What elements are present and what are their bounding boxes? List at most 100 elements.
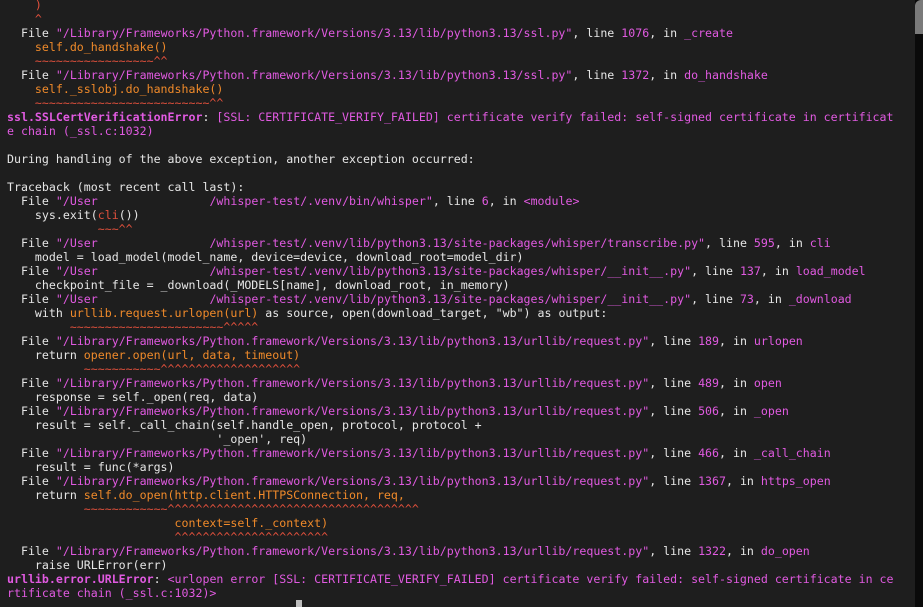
terminal-text-segment: , line [572, 26, 622, 40]
terminal-text-segment: return [7, 348, 84, 362]
terminal-text-segment: During handling of the above exception, … [7, 152, 475, 166]
terminal-text-segment: File [7, 292, 56, 306]
terminal-line: ssl.SSLCertVerificationError: [SSL: CERT… [7, 110, 912, 124]
terminal-text-segment: result = func(*args) [7, 460, 175, 474]
terminal-text-segment: ~~~~~~~~~~~~^^^^^^^^^^^^^^^^^^^^^^^^^^^^… [7, 502, 419, 516]
terminal-line: self._sslobj.do_handshake() [7, 82, 912, 96]
terminal-line: '_open', req) [7, 432, 912, 446]
terminal-text-segment: "/Library/Frameworks/Python.framework/Ve… [55, 446, 650, 460]
terminal-text-segment: "/User [55, 264, 98, 278]
terminal-text-segment: return [7, 488, 84, 502]
terminal-text-segment: context=self._context) [7, 516, 329, 530]
terminal-text-segment: ~~~~~~~~~~~^^^^^^^^^^^^^^^^^^^^ [7, 362, 301, 376]
terminal-text-segment: File [7, 194, 56, 208]
terminal-line: ~~~~~~~~~~~~~~~~~~~~~~^^^^^ [7, 320, 912, 334]
terminal-text-segment: , line [705, 236, 754, 250]
terminal-text-segment: 1367 [698, 474, 726, 488]
terminal-text-segment: self._sslobj.do_handshake() [7, 82, 224, 96]
terminal-text-segment: cli [809, 236, 831, 250]
terminal-text-segment: 6 [481, 194, 489, 208]
terminal-text-segment: , in [719, 334, 754, 348]
terminal-text-segment: , in [719, 376, 754, 390]
terminal-text-segment: , line [572, 68, 622, 82]
terminal-line: File "/Library/Frameworks/Python.framewo… [7, 68, 912, 82]
terminal-text-segment: File [7, 376, 56, 390]
terminal-line: File "/User /whisper-test/.venv/bin/whis… [7, 194, 912, 208]
terminal-text-segment: checkpoint_file = _download(_MODELS[name… [7, 278, 510, 292]
terminal-text-segment: model = load_model(model_name, device=de… [7, 250, 524, 264]
terminal-line: ~~~~~~~~~~~~^^^^^^^^^^^^^^^^^^^^^^^^^^^^… [7, 502, 912, 516]
terminal-text-segment: opener.open(url, data, timeout) [83, 348, 301, 362]
terminal-text-segment: <urlopen error [SSL: CERTIFICATE_VERIFY_… [167, 572, 894, 586]
terminal-text-segment: , in [753, 292, 789, 306]
terminal-text-segment: 1372 [621, 68, 650, 82]
terminal-text-segment: : [202, 110, 217, 124]
terminal-line: model = load_model(model_name, device=de… [7, 250, 912, 264]
terminal-text-segment: File [7, 236, 56, 250]
terminal-text-segment: cli [97, 208, 119, 222]
terminal-text-segment: self.do_handshake() [7, 40, 168, 54]
terminal-line: return self.do_open(http.client.HTTPSCon… [7, 488, 912, 502]
terminal-text-segment: urlopen [753, 334, 803, 348]
terminal-line: context=self._context) [7, 516, 912, 530]
terminal-text-segment: , in [488, 194, 524, 208]
terminal-line: ~~~^^ [7, 222, 912, 236]
terminal-line: File "/Library/Frameworks/Python.framewo… [7, 446, 912, 460]
terminal-output[interactable]: ) ^ File "/Library/Frameworks/Python.fra… [7, 0, 912, 600]
terminal-line: result = func(*args) [7, 460, 912, 474]
terminal-text-segment: 489 [698, 376, 720, 390]
terminal-text-segment: ~~~~~~~~~~~~~~~~~^^ [7, 54, 168, 68]
terminal-line: File "/Library/Frameworks/Python.framewo… [7, 26, 912, 40]
terminal-line: ~~~~~~~~~~~~~~~~~~~~~~~~~^^ [7, 96, 912, 110]
terminal-line: File "/Library/Frameworks/Python.framewo… [7, 474, 912, 488]
terminal-text-segment: '_open', req) [7, 432, 308, 446]
terminal-line: raise URLError(err) [7, 558, 912, 572]
terminal-text-segment: <module> [523, 194, 580, 208]
terminal-text-segment: "/Library/Frameworks/Python.framework/Ve… [55, 68, 573, 82]
terminal-line: File "/User /whisper-test/.venv/lib/pyth… [7, 264, 912, 278]
terminal-text-segment: "/Library/Frameworks/Python.framework/Ve… [55, 376, 650, 390]
terminal-text-segment: 137 [739, 264, 761, 278]
terminal-text-segment: "/Library/Frameworks/Python.framework/Ve… [55, 474, 650, 488]
terminal-text-segment: , in [725, 474, 761, 488]
terminal-text-segment: [SSL: CERTIFICATE_VERIFY_FAILED] certifi… [216, 110, 894, 124]
terminal-line: urllib.error.URLError: <urlopen error [S… [7, 572, 912, 586]
terminal-text-segment: "/Library/Frameworks/Python.framework/Ve… [55, 26, 573, 40]
terminal-text-segment: "/Library/Frameworks/Python.framework/Ve… [55, 334, 650, 348]
terminal-text-segment: , in [719, 446, 754, 460]
terminal-text-segment: self.do_open(http.client.HTTPSConnection… [83, 488, 405, 502]
redacted-segment [97, 236, 210, 250]
terminal-text-segment: e chain (_ssl.c:1032) [7, 124, 154, 138]
terminal-text-segment: ssl.SSLCertVerificationError [7, 110, 203, 124]
terminal-text-segment: 506 [698, 404, 720, 418]
terminal-text-segment: 466 [698, 446, 720, 460]
terminal-text-segment: ~~~^^ [7, 222, 133, 236]
terminal-text-segment: /whisper-test/.venv/lib/python3.13/site-… [209, 292, 692, 306]
terminal-text-segment: ~~~~~~~~~~~~~~~~~~~~~~~~~^^ [7, 96, 224, 110]
terminal-line: result = self._call_chain(self.handle_op… [7, 418, 912, 432]
terminal-text-segment: "/Library/Frameworks/Python.framework/Ve… [55, 404, 650, 418]
terminal-line: return opener.open(url, data, timeout) [7, 348, 912, 362]
terminal-text-segment: raise URLError(err) [7, 558, 168, 572]
terminal-text-segment: "/User [55, 194, 98, 208]
terminal-text-segment: , in [649, 26, 685, 40]
text-cursor [296, 600, 302, 607]
terminal-text-segment: File [7, 474, 56, 488]
terminal-text-segment: 595 [753, 236, 775, 250]
terminal-text-segment: rtificate chain (_ssl.c:1032)> [7, 586, 217, 600]
terminal-text-segment: , in [725, 544, 761, 558]
terminal-text-segment: "/Library/Frameworks/Python.framework/Ve… [55, 544, 650, 558]
terminal-text-segment: 1322 [698, 544, 726, 558]
terminal-text-segment: File [7, 404, 56, 418]
terminal-text-segment: https_open [760, 474, 831, 488]
terminal-text-segment: 73 [739, 292, 754, 306]
terminal-text-segment: ~~~~~~~~~~~~~~~~~~~~~~^^^^^ [7, 320, 259, 334]
terminal-text-segment: /whisper-test/.venv/bin/whisper" [209, 194, 433, 208]
terminal-text-segment: Traceback (most recent call last): [7, 180, 245, 194]
terminal-text-segment: , in [760, 264, 796, 278]
redacted-segment [97, 194, 210, 208]
terminal-text-segment: , line [649, 446, 699, 460]
redacted-segment [97, 292, 210, 306]
terminal-line: Traceback (most recent call last): [7, 180, 912, 194]
terminal-text-segment: 1076 [621, 26, 650, 40]
